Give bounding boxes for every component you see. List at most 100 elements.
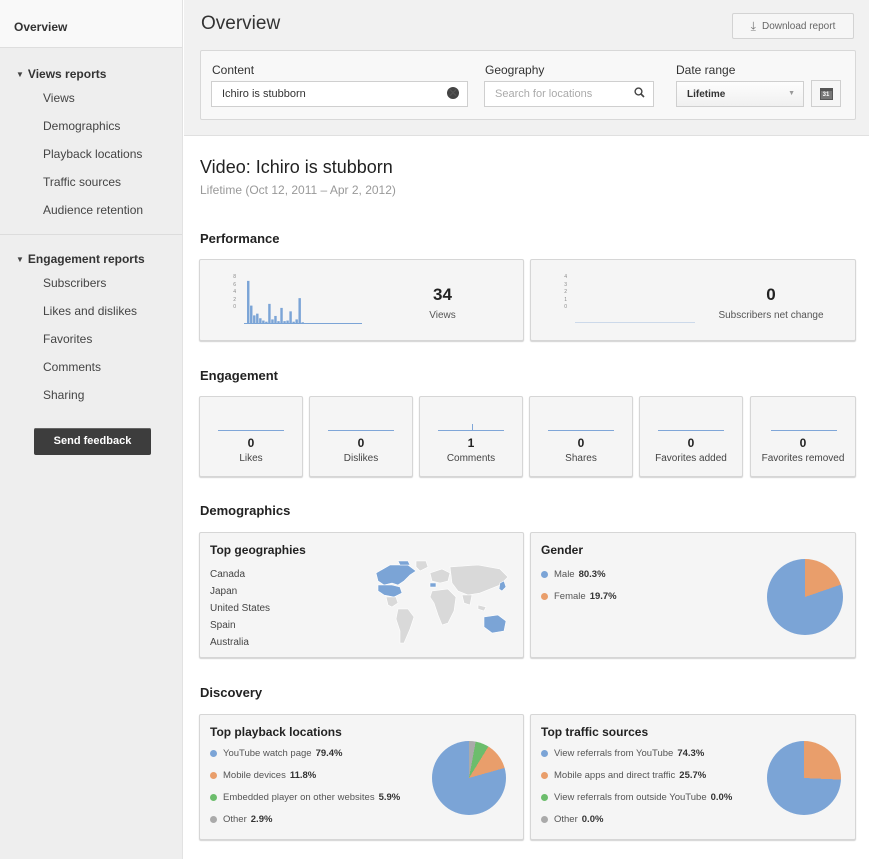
- demographics-heading: Demographics: [200, 503, 291, 518]
- dislikes-card[interactable]: 0 Dislikes: [309, 396, 413, 477]
- comments-label: Comments: [446, 453, 496, 464]
- sidebar-item-traffic-sources[interactable]: Traffic sources: [0, 168, 182, 196]
- views-bar: [265, 321, 268, 324]
- geography-placeholder: Search for locations: [495, 88, 593, 100]
- gender-card[interactable]: Gender Male 80.3% Female 19.7%: [530, 532, 856, 658]
- views-reports-section: ▼ Views reports Views Demographics Playb…: [0, 64, 182, 224]
- header: Overview ⤓ Download report Content Ichir…: [184, 0, 869, 136]
- sidebar-item-audience-retention[interactable]: Audience retention: [0, 196, 182, 224]
- date-range-select[interactable]: Lifetime ▼: [676, 81, 804, 107]
- filter-panel: Content Ichiro is stubborn ✕ Geography S…: [200, 50, 856, 120]
- legend-dot: [210, 771, 217, 779]
- views-bar: [271, 319, 274, 324]
- likes-card[interactable]: 0 Likes: [199, 396, 303, 477]
- send-feedback-button[interactable]: Send feedback: [34, 428, 151, 455]
- shares-sparkline: [548, 430, 614, 431]
- views-axis: 8 6 4 2 0: [233, 274, 236, 310]
- legend-label: Embedded player on other websites: [223, 791, 375, 803]
- views-bar: [280, 307, 283, 324]
- legend-label: Male: [554, 568, 575, 580]
- views-bar: [268, 303, 271, 324]
- legend-label: View referrals from outside YouTube: [554, 791, 707, 803]
- sidebar-item-likes-dislikes[interactable]: Likes and dislikes: [0, 297, 182, 325]
- engagement-reports-title: Engagement reports: [27, 252, 145, 266]
- legend-dot: [541, 592, 548, 600]
- legend-value: 79.4%: [315, 747, 343, 759]
- favorites-removed-card[interactable]: 0 Favorites removed: [750, 396, 856, 477]
- legend-dot: [541, 570, 548, 578]
- views-bar: [247, 280, 250, 324]
- legend-dot: [541, 815, 548, 823]
- views-reports-title: Views reports: [27, 67, 107, 81]
- calendar-icon: 31: [819, 87, 833, 100]
- legend-label: Mobile apps and direct traffic: [554, 769, 676, 781]
- views-card[interactable]: 8 6 4 2 0 34 Views: [199, 259, 524, 341]
- geo-item: Australia: [210, 637, 249, 648]
- favorites-added-value: 0: [687, 436, 695, 450]
- calendar-button[interactable]: 31: [811, 80, 841, 107]
- views-bar: [295, 319, 298, 324]
- legend-label: Other: [223, 813, 247, 825]
- sidebar-item-subscribers[interactable]: Subscribers: [0, 269, 182, 297]
- legend-dot: [210, 815, 217, 823]
- legend-label: Mobile devices: [223, 769, 286, 781]
- likes-label: Likes: [239, 453, 263, 464]
- geography-search-input[interactable]: Search for locations: [484, 81, 654, 107]
- sidebar-item-favorites[interactable]: Favorites: [0, 325, 182, 353]
- views-bar: [292, 321, 295, 324]
- top-geographies-card[interactable]: Top geographies Canada Japan United Stat…: [199, 532, 524, 658]
- legend-dot: [210, 793, 217, 801]
- sidebar-item-overview[interactable]: Overview: [0, 0, 182, 48]
- geographies-list: Canada Japan United States Spain Austral…: [210, 566, 270, 651]
- engagement-reports-header[interactable]: ▼ Engagement reports: [0, 249, 182, 269]
- views-bar: [289, 311, 292, 324]
- traffic-sources-card[interactable]: Top traffic sources View referrals from …: [530, 714, 856, 840]
- download-report-label: Download report: [761, 20, 836, 32]
- legend-value: 80.3%: [578, 568, 606, 580]
- content-input[interactable]: Ichiro is stubborn ✕: [211, 81, 468, 107]
- comments-card[interactable]: 1 Comments: [419, 396, 523, 477]
- legend-item: View referrals from YouTube 74.3%: [541, 742, 732, 764]
- views-value: 34: [433, 285, 452, 304]
- shares-value: 0: [577, 436, 585, 450]
- clear-icon[interactable]: ✕: [447, 87, 459, 99]
- legend-value: 0.0%: [710, 791, 733, 803]
- sidebar-item-sharing[interactable]: Sharing: [0, 381, 182, 409]
- sidebar-item-demographics[interactable]: Demographics: [0, 112, 182, 140]
- legend-item: Mobile devices 11.8%: [210, 764, 400, 786]
- world-map: [375, 560, 509, 644]
- shares-card[interactable]: 0 Shares: [529, 396, 633, 477]
- subscribers-card[interactable]: 4 3 2 1 0 0 Subscribers net change: [530, 259, 856, 341]
- download-report-button[interactable]: ⤓ Download report: [732, 13, 854, 39]
- sidebar-item-comments[interactable]: Comments: [0, 353, 182, 381]
- sidebar: Overview ▼ Views reports Views Demograph…: [0, 0, 183, 859]
- views-reports-header[interactable]: ▼ Views reports: [0, 64, 182, 84]
- legend-item-female: Female 19.7%: [541, 585, 617, 607]
- legend-value: 11.8%: [289, 769, 317, 781]
- likes-value: 0: [247, 436, 255, 450]
- legend-item-male: Male 80.3%: [541, 563, 617, 585]
- video-title: Video: Ichiro is stubborn: [200, 157, 393, 177]
- triangle-down-icon: ▼: [16, 254, 24, 264]
- favorites-added-sparkline: [658, 430, 724, 431]
- legend-label: YouTube watch page: [223, 747, 312, 759]
- favorites-added-card[interactable]: 0 Favorites added: [639, 396, 743, 477]
- comments-spike: [472, 424, 473, 430]
- top-geographies-title: Top geographies: [210, 543, 306, 557]
- legend-dot: [210, 749, 217, 757]
- subscribers-value: 0: [766, 285, 776, 304]
- sidebar-item-playback-locations[interactable]: Playback locations: [0, 140, 182, 168]
- playback-locations-card[interactable]: Top playback locations YouTube watch pag…: [199, 714, 524, 840]
- favorites-added-label: Favorites added: [655, 453, 727, 464]
- gender-pie-chart: [767, 559, 843, 635]
- geo-item: Japan: [210, 586, 238, 597]
- sidebar-item-views[interactable]: Views: [0, 84, 182, 112]
- playback-pie-chart: [432, 741, 506, 815]
- legend-value: 74.3%: [677, 747, 705, 759]
- favorites-removed-value: 0: [799, 436, 807, 450]
- search-icon[interactable]: [634, 87, 645, 101]
- dislikes-label: Dislikes: [343, 453, 379, 464]
- views-bar: [298, 298, 301, 324]
- playback-legend: YouTube watch page 79.4% Mobile devices …: [210, 742, 400, 830]
- dislikes-sparkline: [328, 430, 394, 431]
